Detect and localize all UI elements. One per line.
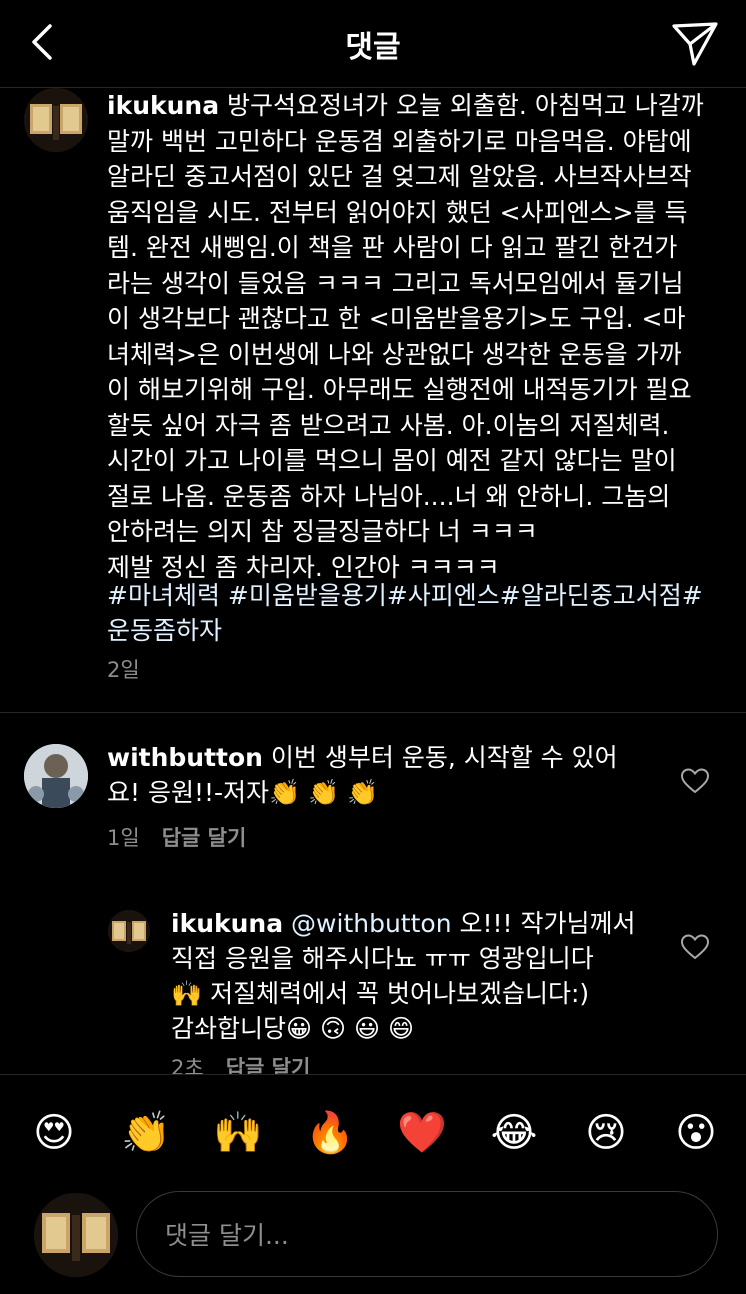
divider	[0, 712, 746, 713]
mention-link[interactable]: @withbutton	[291, 909, 452, 938]
reply-button[interactable]: 답글 달기	[162, 826, 247, 850]
comment-composer: 😍 👏 🙌 🔥 ❤️ 😂 😢 😮	[0, 1074, 746, 1294]
comment-meta: 1일 답글 달기	[107, 822, 246, 852]
crying-emoji-button[interactable]: 😢	[578, 1105, 634, 1161]
avatar[interactable]	[108, 910, 150, 952]
avatar[interactable]	[24, 744, 88, 808]
laughing-emoji-button[interactable]: 😂	[486, 1105, 542, 1161]
post-time: 2일	[107, 658, 140, 682]
heart-icon[interactable]	[680, 934, 710, 960]
clapping-emoji-button[interactable]: 👏	[118, 1105, 174, 1161]
reply-comment: ikukuna @withbutton 오!!! 작가님께서 직접 응원을 해주…	[171, 906, 671, 1046]
page-title: 댓글	[345, 30, 401, 65]
post-hashtags[interactable]: #마녀체력 #미움받을용기#사피엔스#알라딘중고서점# 운동좀하자	[107, 578, 727, 648]
raised-hands-emoji-button[interactable]: 🙌	[210, 1105, 266, 1161]
post-username[interactable]: ikukuna	[107, 91, 219, 120]
heart-eyes-emoji-button[interactable]: 😍	[26, 1105, 82, 1161]
red-heart-emoji-button[interactable]: ❤️	[394, 1105, 450, 1161]
comment-username[interactable]: ikukuna	[171, 909, 283, 938]
comment-time: 1일	[107, 826, 140, 850]
comment: withbutton 이번 생부터 운동, 시작할 수 있어 요! 응원!!-저…	[107, 740, 667, 810]
heart-icon[interactable]	[680, 768, 710, 794]
avatar	[34, 1193, 118, 1277]
header: 댓글	[0, 0, 746, 88]
send-icon[interactable]	[670, 18, 720, 68]
post-body: 방구석요정녀가 오늘 외출함. 아침먹고 나갈까 말까 백번 고민하다 운동겸 …	[107, 91, 704, 582]
comment-input-wrapper	[136, 1191, 718, 1277]
avatar[interactable]	[24, 88, 88, 152]
surprised-emoji-button[interactable]: 😮	[668, 1105, 724, 1161]
post-caption: ikukuna 방구석요정녀가 오늘 외출함. 아침먹고 나갈까 말까 백번 고…	[0, 88, 746, 712]
fire-emoji-button[interactable]: 🔥	[302, 1105, 358, 1161]
comment-username[interactable]: withbutton	[107, 743, 263, 772]
comment-input[interactable]	[163, 1212, 687, 1258]
